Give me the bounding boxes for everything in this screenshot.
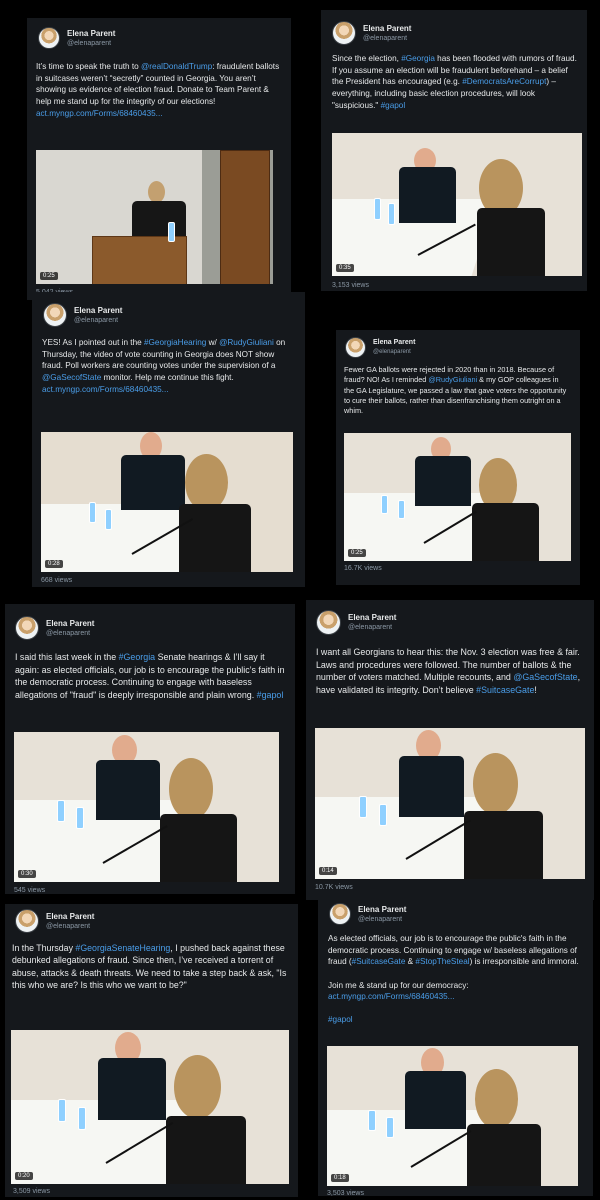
avatar[interactable] — [43, 303, 67, 327]
video-timestamp: 0:14 — [319, 867, 337, 875]
tweet-text: I want all Georgians to hear this: the N… — [316, 647, 581, 695]
tweet-card-1[interactable]: Elena Parent @elenaparent It’s time to sp… — [27, 18, 291, 300]
tweet-card-5[interactable]: Elena Parent @elenaparent I said this las… — [5, 604, 295, 894]
tweet-video[interactable]: 0:30 — [14, 732, 279, 882]
video-timestamp: 0:30 — [18, 870, 36, 878]
avatar[interactable] — [15, 909, 39, 933]
tweet-text: I said this last week in the #Georgia Se… — [15, 652, 285, 700]
view-count: 668 views — [41, 577, 73, 584]
view-count: 16.7K views — [344, 565, 382, 572]
tweet-video[interactable]: 0:35 — [332, 133, 582, 276]
tweet-video[interactable]: 0:18 — [327, 1046, 578, 1186]
tweet-video[interactable]: 0:14 — [315, 728, 585, 879]
tweet-header: Elena Parent @elenaparent — [316, 610, 396, 635]
video-timestamp: 0:35 — [336, 264, 354, 272]
tweet-text: Fewer GA ballots were rejected in 2020 t… — [344, 365, 567, 416]
author-name[interactable]: Elena Parent — [74, 306, 122, 316]
tweet-card-7[interactable]: Elena Parent @elenaparent In the Thursday… — [5, 904, 298, 1197]
tweet-card-3[interactable]: Elena Parent @elenaparent YES! As I point… — [32, 292, 305, 587]
video-timestamp: 0:18 — [331, 1174, 349, 1182]
view-count: 3,153 views — [332, 282, 369, 289]
avatar[interactable] — [38, 27, 60, 49]
tweet-text: YES! As I pointed out in the #GeorgiaHea… — [42, 338, 286, 394]
tweet-video[interactable]: 0:25 — [344, 433, 571, 561]
video-timestamp: 0:28 — [45, 560, 63, 568]
author-handle[interactable]: @elenaparent — [46, 629, 94, 638]
tweet-card-2[interactable]: Elena Parent @elenaparent Since the elect… — [321, 10, 587, 291]
tweet-header: Elena Parent @elenaparent — [43, 303, 122, 327]
tweet-header: Elena Parent @elenaparent — [345, 337, 415, 358]
author-name[interactable]: Elena Parent — [46, 619, 94, 629]
author-handle[interactable]: @elenaparent — [358, 915, 406, 924]
author-handle[interactable]: @elenaparent — [67, 39, 115, 48]
tweet-card-8[interactable]: Elena Parent @elenaparent As elected offi… — [318, 893, 593, 1196]
author-handle[interactable]: @elenaparent — [46, 922, 94, 931]
avatar[interactable] — [329, 903, 351, 925]
tweet-text: As elected officials, our job is to enco… — [328, 934, 579, 1025]
tweet-header: Elena Parent @elenaparent — [15, 909, 94, 933]
author-handle[interactable]: @elenaparent — [74, 316, 122, 325]
view-count: 3,509 views — [13, 1188, 50, 1195]
tweet-video[interactable]: 0:25 — [36, 150, 273, 284]
author-name[interactable]: Elena Parent — [363, 24, 411, 34]
tweet-header: Elena Parent @elenaparent — [15, 616, 94, 640]
avatar[interactable] — [316, 610, 341, 635]
avatar[interactable] — [332, 21, 356, 45]
video-timestamp: 0:25 — [348, 549, 366, 557]
author-handle[interactable]: @elenaparent — [348, 623, 396, 632]
tweet-video[interactable]: 0:20 — [11, 1030, 289, 1184]
author-name[interactable]: Elena Parent — [67, 29, 115, 39]
tweet-card-6[interactable]: Elena Parent @elenaparent I want all Geor… — [306, 600, 594, 900]
tweet-video[interactable]: 0:28 — [41, 432, 293, 572]
tweet-header: Elena Parent @elenaparent — [332, 21, 411, 45]
author-name[interactable]: Elena Parent — [46, 912, 94, 922]
tweet-card-4[interactable]: Elena Parent @elenaparent Fewer GA ballot… — [336, 330, 580, 585]
tweet-header: Elena Parent @elenaparent — [329, 903, 406, 925]
tweet-text: Since the election, #Georgia has been fl… — [332, 54, 577, 110]
author-name[interactable]: Elena Parent — [358, 905, 406, 915]
tweet-header: Elena Parent @elenaparent — [38, 27, 115, 49]
author-name[interactable]: Elena Parent — [348, 613, 396, 623]
view-count: 545 views — [14, 887, 46, 894]
author-handle[interactable]: @elenaparent — [373, 348, 415, 357]
view-count: 3,503 views — [327, 1190, 364, 1196]
author-name[interactable]: Elena Parent — [373, 338, 415, 348]
view-count: 10.7K views — [315, 884, 353, 891]
author-handle[interactable]: @elenaparent — [363, 34, 411, 43]
video-timestamp: 0:25 — [40, 272, 58, 280]
avatar[interactable] — [15, 616, 39, 640]
avatar[interactable] — [345, 337, 366, 358]
tweet-text: In the Thursday #GeorgiaSenateHearing, I… — [12, 943, 287, 991]
video-timestamp: 0:20 — [15, 1172, 33, 1180]
tweet-text: It’s time to speak the truth to @realDon… — [36, 62, 280, 118]
